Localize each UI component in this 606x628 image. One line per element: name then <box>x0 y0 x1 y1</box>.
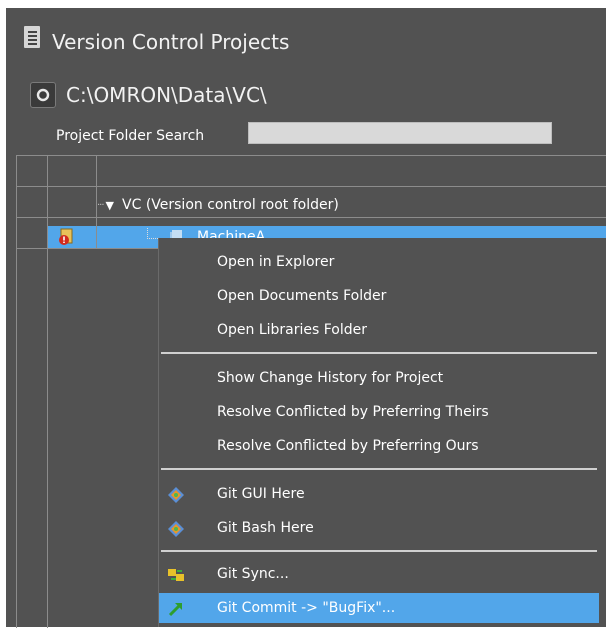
menu-item-open-explorer[interactable]: Open in Explorer <box>159 247 599 277</box>
menu-item-git-bash[interactable]: Git Bash Here <box>159 513 599 543</box>
refresh-button[interactable] <box>30 82 56 108</box>
git-commit-arrow-icon <box>168 603 182 617</box>
context-menu: Open in Explorer Open Documents Folder O… <box>158 238 606 627</box>
menu-separator <box>161 550 597 552</box>
menu-item-change-history[interactable]: Show Change History for Project <box>159 363 599 393</box>
panel-title: Version Control Projects <box>52 30 290 54</box>
git-diamond-icon <box>168 487 184 503</box>
conflict-warning-icon <box>59 228 73 245</box>
menu-item-open-libraries[interactable]: Open Libraries Folder <box>159 315 599 345</box>
root-folder-path: C:\OMRON\Data\VC\ <box>66 83 267 107</box>
tree-connector-line <box>147 228 158 239</box>
project-folder-search-input[interactable] <box>248 122 552 144</box>
tree-root-node[interactable]: ··· ▼ VC (Version control root folder) <box>97 193 339 217</box>
git-sync-icon <box>168 569 184 581</box>
menu-item-resolve-ours[interactable]: Resolve Conflicted by Preferring Ours <box>159 431 599 461</box>
tree-root-label: VC (Version control root folder) <box>122 197 339 213</box>
status-cell <box>48 226 96 248</box>
path-row: C:\OMRON\Data\VC\ <box>6 82 606 118</box>
menu-item-git-commit[interactable]: Git Commit -> "BugFix"... <box>159 593 599 623</box>
menu-item-open-documents[interactable]: Open Documents Folder <box>159 281 599 311</box>
menu-item-git-sync[interactable]: Git Sync... <box>159 559 599 589</box>
expand-triangle-icon[interactable]: ▼ <box>106 199 114 212</box>
document-list-icon <box>24 26 40 48</box>
refresh-icon <box>36 88 50 102</box>
search-label: Project Folder Search <box>56 128 205 144</box>
git-diamond-icon <box>168 521 184 537</box>
tree-connector-dots: ··· <box>97 199 104 211</box>
menu-separator <box>161 352 597 354</box>
menu-item-resolve-theirs[interactable]: Resolve Conflicted by Preferring Theirs <box>159 397 599 427</box>
menu-item-git-gui[interactable]: Git GUI Here <box>159 479 599 509</box>
menu-separator <box>161 468 597 470</box>
